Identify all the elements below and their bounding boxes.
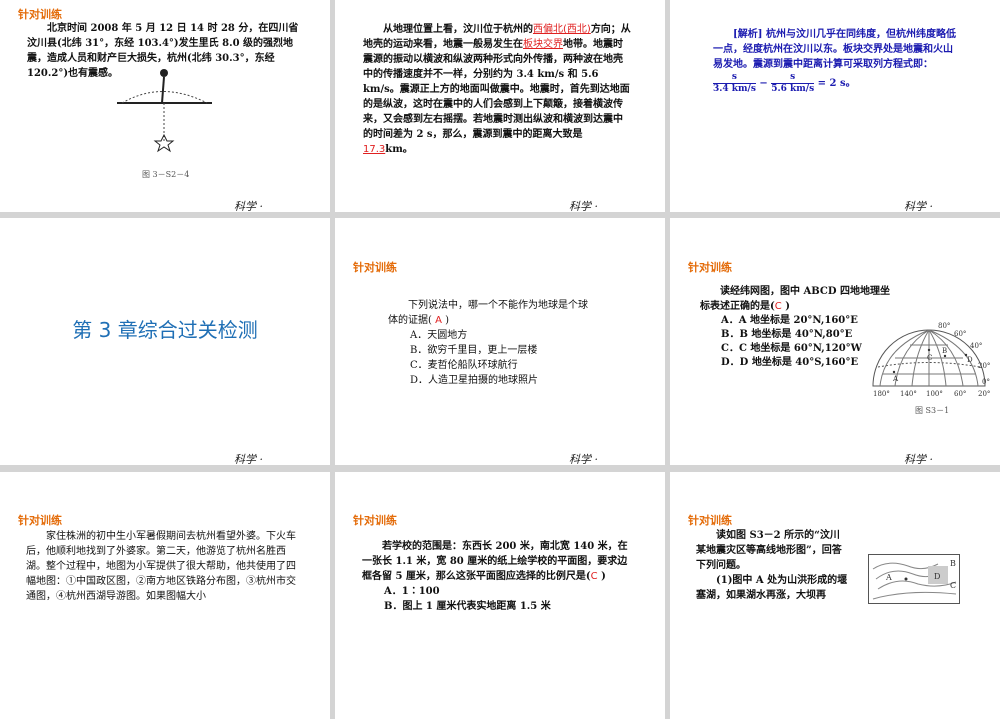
answer: C [774, 301, 782, 312]
option-d: D．D 地坐标是 40°S,160°E [721, 357, 859, 368]
answer-distance: 17.3 [363, 144, 386, 155]
lat-label: 60° [954, 330, 966, 338]
map-label-c: C [950, 581, 956, 590]
lon-label: 180° [873, 390, 890, 398]
lat-label: 20° [978, 362, 990, 370]
answer-plate-boundary: 板块交界 [523, 39, 563, 50]
figure-caption: 图 3－S2－4 [142, 170, 190, 179]
question-text: 读经纬网图，图中 ABCD 四地地理坐标表述正确的是( [700, 286, 890, 312]
lat-label: 40° [970, 342, 982, 350]
fraction-denominator: 3.4 km/s [713, 84, 756, 94]
question-text: 若学校的范围是：东西长 200 米，南北宽 140 米，在一张长 1.1 米，宽… [362, 541, 628, 582]
option-b: B．图上 1 厘米代表实地距离 1.5 米 [384, 601, 551, 612]
answer: A [435, 315, 442, 326]
slide-thumbnail-1[interactable]: 针对训练 北京时间 2008 年 5 月 12 日 14 时 28 分，在四川省… [0, 0, 330, 212]
sub-question-1: (1)图中 A 处为山洪形成的堰塞湖，如果湖水再涨，大坝再 [696, 575, 848, 601]
question: 读经纬网图，图中 ABCD 四地地理坐标表述正确的是(C ) A．A 地坐标是 … [700, 284, 895, 370]
section-title: 针对训练 [18, 514, 62, 527]
option-c: C．C 地坐标是 60°N,120°W [721, 343, 862, 354]
slide-footer: 科学 · [569, 453, 598, 465]
question: 下列说法中，哪一个不能作为地球是个球体的证据( A ) A．天圆地方 B．欲穷千… [388, 298, 588, 388]
slide-thumbnail-5[interactable]: 针对训练 下列说法中，哪一个不能作为地球是个球体的证据( A ) A．天圆地方 … [335, 218, 665, 465]
section-title: 针对训练 [688, 514, 732, 527]
map-point-c: C [927, 354, 932, 362]
map-point-b: B [942, 347, 947, 355]
map-point-a: A [892, 375, 899, 383]
slide-footer: 科学 · [569, 200, 598, 212]
option-a: A．A 地坐标是 20°N,160°E [721, 315, 858, 326]
section-title: 针对训练 [688, 261, 732, 274]
slide-thumbnail-6[interactable]: 针对训练 读经纬网图，图中 ABCD 四地地理坐标表述正确的是(C ) A．A … [670, 218, 1000, 465]
slide-footer: 科学 · [904, 200, 933, 212]
slide-thumbnail-9[interactable]: 针对训练 读如图 S3－2 所示的“汶川某地震灾区等高线地形图”，回答下列问题。… [670, 472, 1000, 719]
question-text: 读如图 S3－2 所示的“汶川某地震灾区等高线地形图”，回答下列问题。 [696, 530, 842, 571]
option-b: B．B 地坐标是 40°N,80°E [721, 329, 853, 340]
text-part: 从地理位置上看，汶川位于杭州的 [383, 24, 533, 35]
slide-text: 家住株洲的初中生小军暑假期间去杭州看望外婆。下火车后，他顺利地找到了外婆家。第二… [26, 531, 296, 602]
section-title: 针对训练 [353, 514, 397, 527]
text-part: km。 [385, 144, 413, 155]
lon-label: 60° [954, 390, 966, 398]
paren: ) [445, 315, 450, 326]
option-c: C．麦哲伦船队环球航行 [410, 360, 518, 371]
paren: ) [785, 301, 790, 312]
paren: ) [601, 571, 606, 582]
figure-caption: 图 S3－1 [915, 406, 950, 415]
map-label-b: B [950, 559, 956, 568]
earthquake-figure [117, 69, 212, 153]
option-a: A．1∶100 [384, 586, 440, 597]
slide-footer: 科学 · [904, 453, 933, 465]
slide-thumbnail-7[interactable]: 针对训练 家住株洲的初中生小军暑假期间去杭州看望外婆。下火车后，他顺利地找到了外… [0, 472, 330, 719]
lat-lon-grid-map: A B C D 180° 140° 100° 60° 20° 80° 60° 4… [872, 322, 990, 398]
chapter-title: 第 3 章综合过关检测 [72, 318, 258, 342]
lon-label: 100° [926, 390, 943, 398]
section-title: 针对训练 [353, 261, 397, 274]
slide-footer: 科学 · [234, 453, 263, 465]
answer: C [590, 571, 598, 582]
option-a: A．天圆地方 [410, 330, 468, 341]
slide-thumbnail-2[interactable]: 从地理位置上看，汶川位于杭州的西偏北(西北)方向；从地壳的运动来看，地震一般易发… [335, 0, 665, 212]
equation-result: = 2 s。 [817, 78, 856, 89]
fraction-denominator: 5.6 km/s [771, 84, 815, 94]
lon-label: 20° [978, 390, 990, 398]
slide-text: 从地理位置上看，汶川位于杭州的西偏北(西北)方向；从地壳的运动来看，地震一般易发… [363, 22, 631, 157]
text-part: 地带。地震时震源的振动以横波和纵波两种形式向外传播，两种波在地壳中的传播速度并不… [363, 39, 630, 140]
option-b: B．欲穷千里目，更上一层楼 [410, 345, 538, 356]
slide-thumbnail-3[interactable]: [解析] 杭州与汶川几乎在同纬度，但杭州纬度略低一点，经度杭州在汶川以东。板块交… [670, 0, 1000, 212]
lon-label: 140° [900, 390, 917, 398]
slide-footer: 科学 · [234, 200, 263, 212]
map-point-d: D [967, 356, 973, 364]
option-d: D．人造卫星拍摄的地球照片 [410, 375, 539, 386]
fraction-numerator: s [713, 72, 756, 84]
map-label-d: D [934, 572, 940, 581]
question: 读如图 S3－2 所示的“汶川某地震灾区等高线地形图”，回答下列问题。 (1)图… [696, 528, 848, 603]
contour-map: A B C D [868, 554, 960, 604]
analysis-text: [解析] 杭州与汶川几乎在同纬度，但杭州纬度略低一点，经度杭州在汶川以东。板块交… [713, 29, 956, 94]
answer-direction: 西偏北(西北) [533, 24, 591, 35]
slide-thumbnail-8[interactable]: 针对训练 若学校的范围是：东西长 200 米，南北宽 140 米，在一张长 1.… [335, 472, 665, 719]
analysis-label: [解析] [733, 29, 763, 40]
map-label-a: A [885, 573, 892, 582]
fraction-numerator: s [771, 72, 815, 84]
section-title: 针对训练 [18, 8, 62, 21]
question-text: 下列说法中，哪一个不能作为地球是个球体的证据( [388, 300, 588, 326]
lat-label: 80° [938, 322, 950, 330]
lat-label: 0° [982, 378, 990, 386]
question: 若学校的范围是：东西长 200 米，南北宽 140 米，在一张长 1.1 米，宽… [362, 539, 634, 614]
slide-thumbnail-4[interactable]: 针对训练 第 3 章综合过关检测 科学 · [0, 218, 330, 465]
